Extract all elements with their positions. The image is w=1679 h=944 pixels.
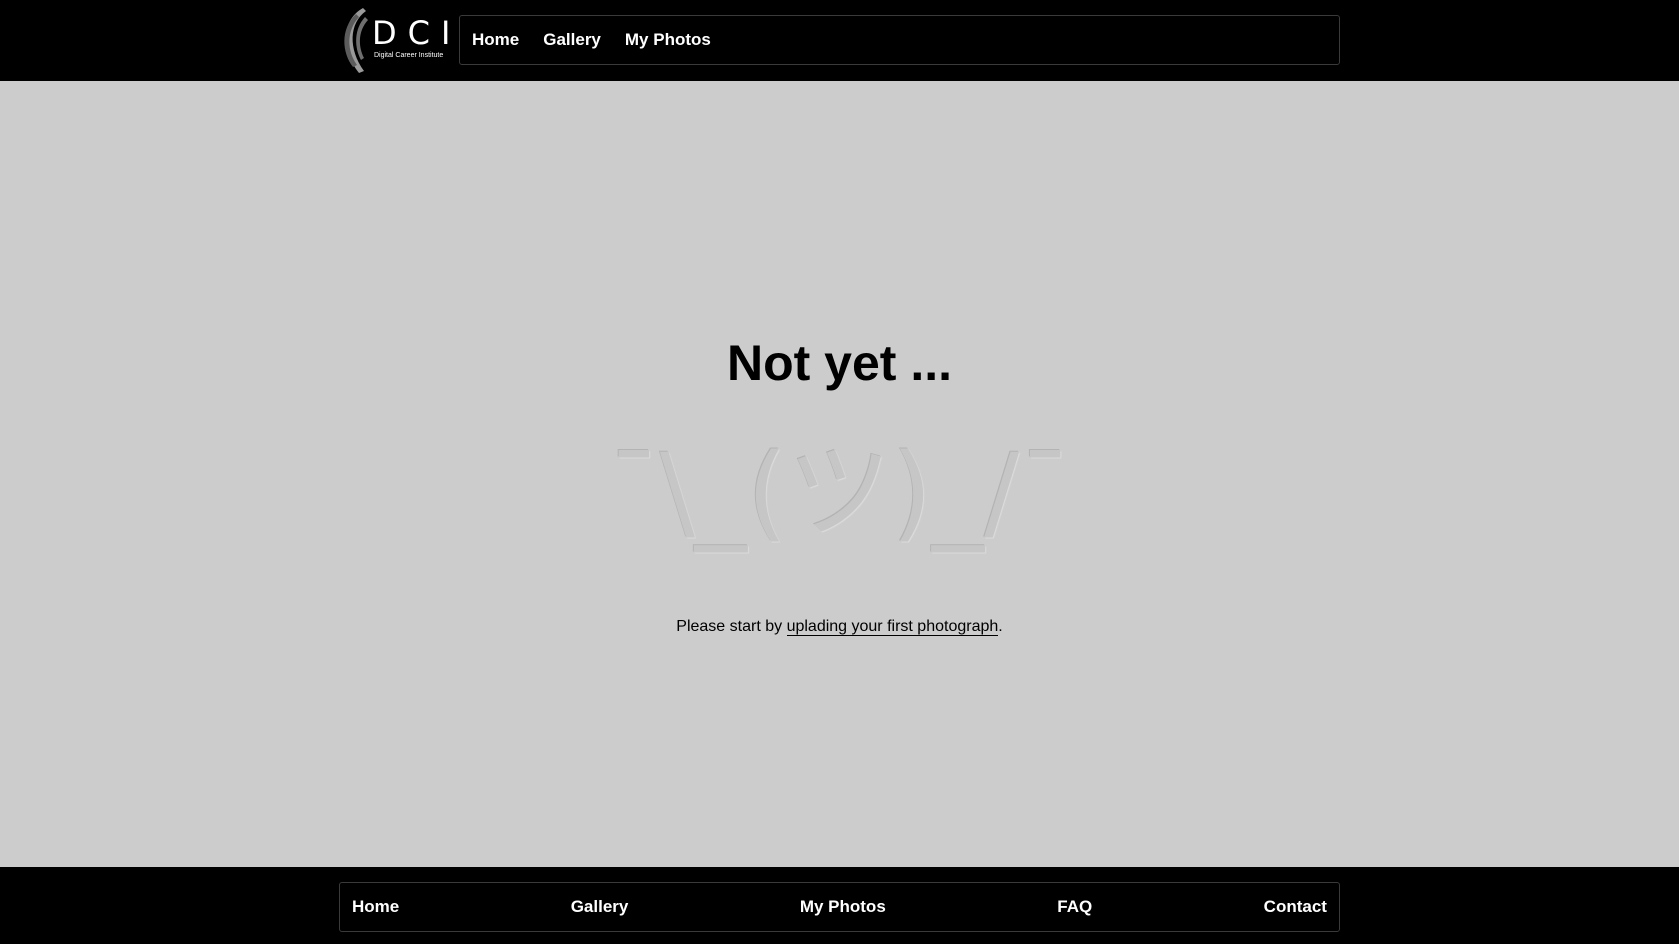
footer-nav-gallery-link[interactable]: Gallery bbox=[571, 897, 629, 917]
top-nav-my-photos-link[interactable]: My Photos bbox=[625, 30, 711, 50]
upload-photo-link[interactable]: uplading your first photograph bbox=[786, 618, 999, 636]
footer-nav: Home Gallery My Photos FAQ Contact bbox=[339, 882, 1340, 932]
top-nav-home-link[interactable]: Home bbox=[472, 30, 519, 50]
footer-nav-contact-link[interactable]: Contact bbox=[1264, 897, 1327, 917]
logo-arc-icon bbox=[344, 8, 368, 73]
message-suffix: . bbox=[998, 618, 1003, 635]
top-nav: Home Gallery My Photos bbox=[459, 15, 1340, 65]
empty-state-message: Please start by uplading your first phot… bbox=[0, 617, 1679, 637]
site-header: DCI Digital Career Institute Home Galler… bbox=[0, 0, 1679, 81]
logo-subtitle: Digital Career Institute bbox=[374, 52, 444, 59]
shrug-emoticon: ¯\_(ツ)_/¯ bbox=[607, 431, 1072, 553]
top-nav-gallery-link[interactable]: Gallery bbox=[543, 30, 601, 50]
site-footer: Home Gallery My Photos FAQ Contact bbox=[0, 867, 1679, 944]
footer-nav-faq-link[interactable]: FAQ bbox=[1057, 897, 1092, 917]
logo-letters: DCI bbox=[372, 14, 462, 52]
dci-logo[interactable]: DCI Digital Career Institute bbox=[337, 5, 450, 77]
footer-nav-home-link[interactable]: Home bbox=[352, 897, 399, 917]
message-prefix: Please start by bbox=[676, 618, 787, 635]
page-title: Not yet ... bbox=[726, 335, 953, 391]
footer-nav-my-photos-link[interactable]: My Photos bbox=[800, 897, 886, 917]
